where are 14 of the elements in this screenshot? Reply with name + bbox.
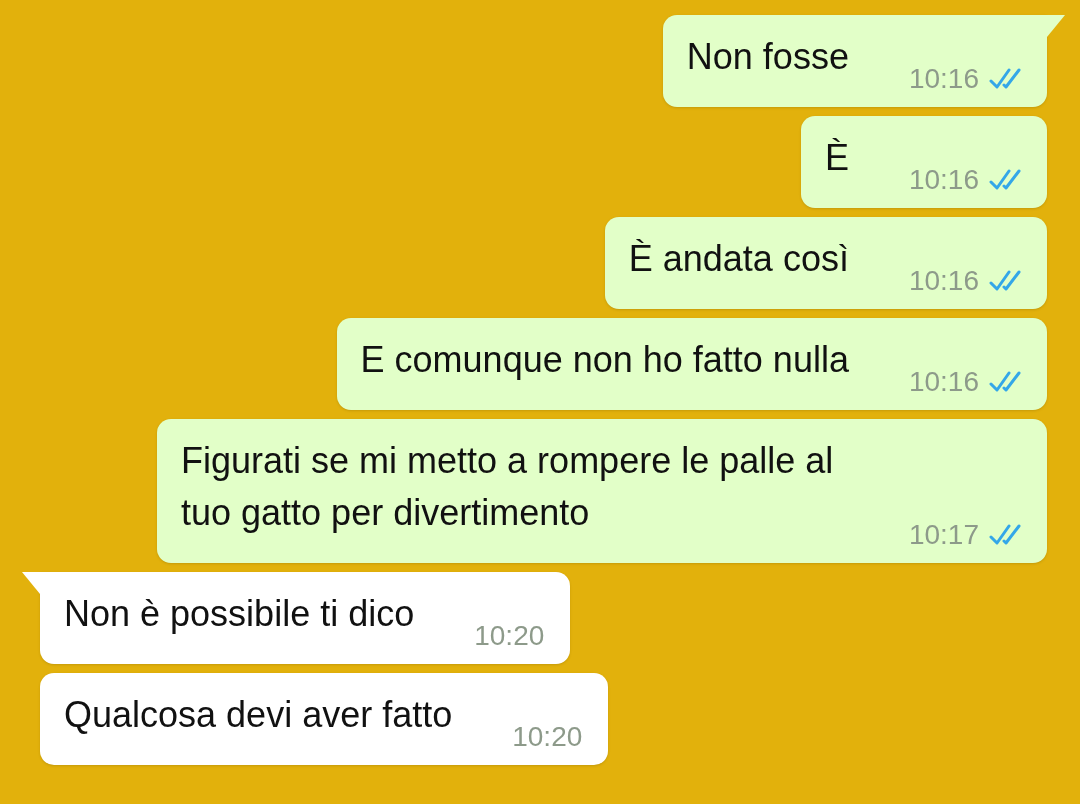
message-time: 10:20 — [474, 619, 545, 653]
message-text: E comunque non ho fatto nulla — [360, 338, 849, 382]
message-time: 10:16 — [908, 365, 979, 399]
message-text: Figurati se mi metto a rompere le palle al tuo gatto per divertimento — [181, 439, 835, 535]
message-time: 10:16 — [908, 264, 979, 298]
message-text: È andata così — [628, 237, 849, 281]
message-time: 10:17 — [908, 518, 979, 552]
message-time: 10:20 — [512, 720, 583, 754]
message-text: È — [824, 136, 849, 180]
message-text: Qualcosa devi aver fatto — [64, 693, 453, 737]
message-time: 10:16 — [908, 62, 979, 96]
message-text: Non fosse — [686, 35, 849, 79]
message-text: Non è possibile ti dico — [64, 592, 415, 636]
message-time: 10:16 — [908, 163, 979, 197]
